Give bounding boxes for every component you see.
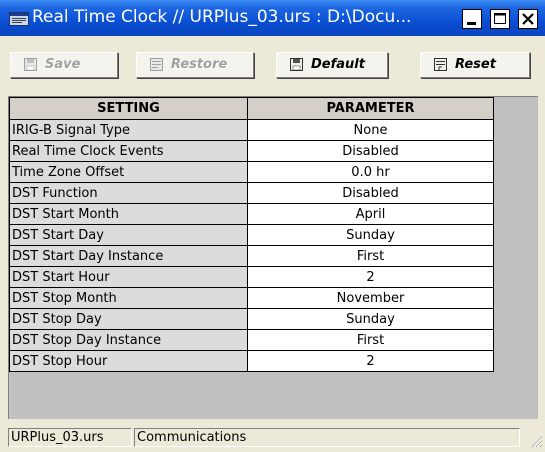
parameter-cell[interactable]: 2 (247, 266, 494, 288)
restore-icon (149, 58, 165, 72)
resize-grip-icon[interactable] (529, 433, 543, 448)
parameter-cell[interactable]: Disabled (247, 182, 494, 204)
parameter-cell[interactable]: November (247, 287, 494, 309)
save-label: Save (45, 57, 81, 72)
reset-button[interactable]: Reset (420, 52, 530, 78)
parameter-cell[interactable]: April (247, 203, 494, 225)
app-window-icon[interactable] (9, 11, 29, 26)
setting-cell: DST Stop Day Instance (9, 329, 248, 351)
setting-cell: DST Start Day Instance (9, 245, 248, 267)
parameter-cell[interactable]: Disabled (247, 140, 494, 162)
setting-cell: DST Function (9, 182, 248, 204)
table-row: DST Start Day Instance First (9, 245, 494, 267)
default-button[interactable]: Default (276, 52, 388, 78)
save-button[interactable]: Save (10, 52, 118, 78)
status-section: Communications (134, 428, 520, 447)
table-row: DST Start Month April (9, 203, 494, 225)
settings-table-body: IRIG-B Signal Type None Real Time Clock E… (9, 119, 494, 372)
setting-cell: Time Zone Offset (9, 161, 248, 183)
toolbar: Save Restore Default Reset (0, 36, 545, 86)
parameter-cell[interactable]: Sunday (247, 224, 494, 246)
setting-cell: DST Start Day (9, 224, 248, 246)
parameter-cell[interactable]: 0.0 hr (247, 161, 494, 183)
close-button[interactable] (518, 9, 538, 29)
setting-cell: DST Stop Hour (9, 350, 248, 372)
setting-cell: DST Start Hour (9, 266, 248, 288)
status-bar: URPlus_03.urs Communications (0, 425, 545, 449)
table-row: DST Function Disabled (9, 182, 494, 204)
restore-label: Restore (171, 57, 228, 72)
table-row: DST Stop Hour 2 (9, 350, 494, 372)
table-row: Real Time Clock Events Disabled (9, 140, 494, 162)
maximize-icon (494, 13, 506, 24)
window-title: Real Time Clock // URPlus_03.urs : D:\Do… (32, 7, 412, 27)
save-icon (23, 58, 39, 72)
maximize-button[interactable] (490, 9, 510, 29)
table-row: DST Start Day Sunday (9, 224, 494, 246)
setting-cell: Real Time Clock Events (9, 140, 248, 162)
default-label: Default (311, 57, 365, 72)
settings-grid: SETTING PARAMETER IRIG-B Signal Type None… (8, 96, 538, 419)
table-row: DST Start Hour 2 (9, 266, 494, 288)
title-bar[interactable]: Real Time Clock // URPlus_03.urs : D:\Do… (0, 0, 545, 36)
parameter-cell[interactable]: 2 (247, 350, 494, 372)
table-row: DST Stop Day Instance First (9, 329, 494, 351)
settings-table: SETTING PARAMETER IRIG-B Signal Type None… (9, 97, 494, 372)
minimize-icon (467, 22, 476, 25)
reset-icon (433, 58, 449, 72)
parameter-cell[interactable]: First (247, 329, 494, 351)
parameter-cell[interactable]: Sunday (247, 308, 494, 330)
close-icon (522, 13, 534, 25)
parameter-cell[interactable]: First (247, 245, 494, 267)
setting-cell: DST Stop Day (9, 308, 248, 330)
real-time-clock-window: Real Time Clock // URPlus_03.urs : D:\Do… (0, 0, 545, 449)
status-file-name: URPlus_03.urs (8, 428, 132, 447)
minimize-button[interactable] (462, 9, 482, 29)
setting-column-header[interactable]: SETTING (9, 97, 248, 120)
table-row: DST Stop Month November (9, 287, 494, 309)
reset-label: Reset (455, 57, 496, 72)
parameter-column-header[interactable]: PARAMETER (247, 97, 494, 120)
default-icon (289, 58, 305, 72)
restore-button[interactable]: Restore (136, 52, 254, 78)
table-header-row: SETTING PARAMETER (9, 97, 494, 120)
parameter-cell[interactable]: None (247, 119, 494, 141)
table-row: Time Zone Offset 0.0 hr (9, 161, 494, 183)
table-row: DST Stop Day Sunday (9, 308, 494, 330)
table-row: IRIG-B Signal Type None (9, 119, 494, 141)
setting-cell: DST Start Month (9, 203, 248, 225)
setting-cell: DST Stop Month (9, 287, 248, 309)
setting-cell: IRIG-B Signal Type (9, 119, 248, 141)
